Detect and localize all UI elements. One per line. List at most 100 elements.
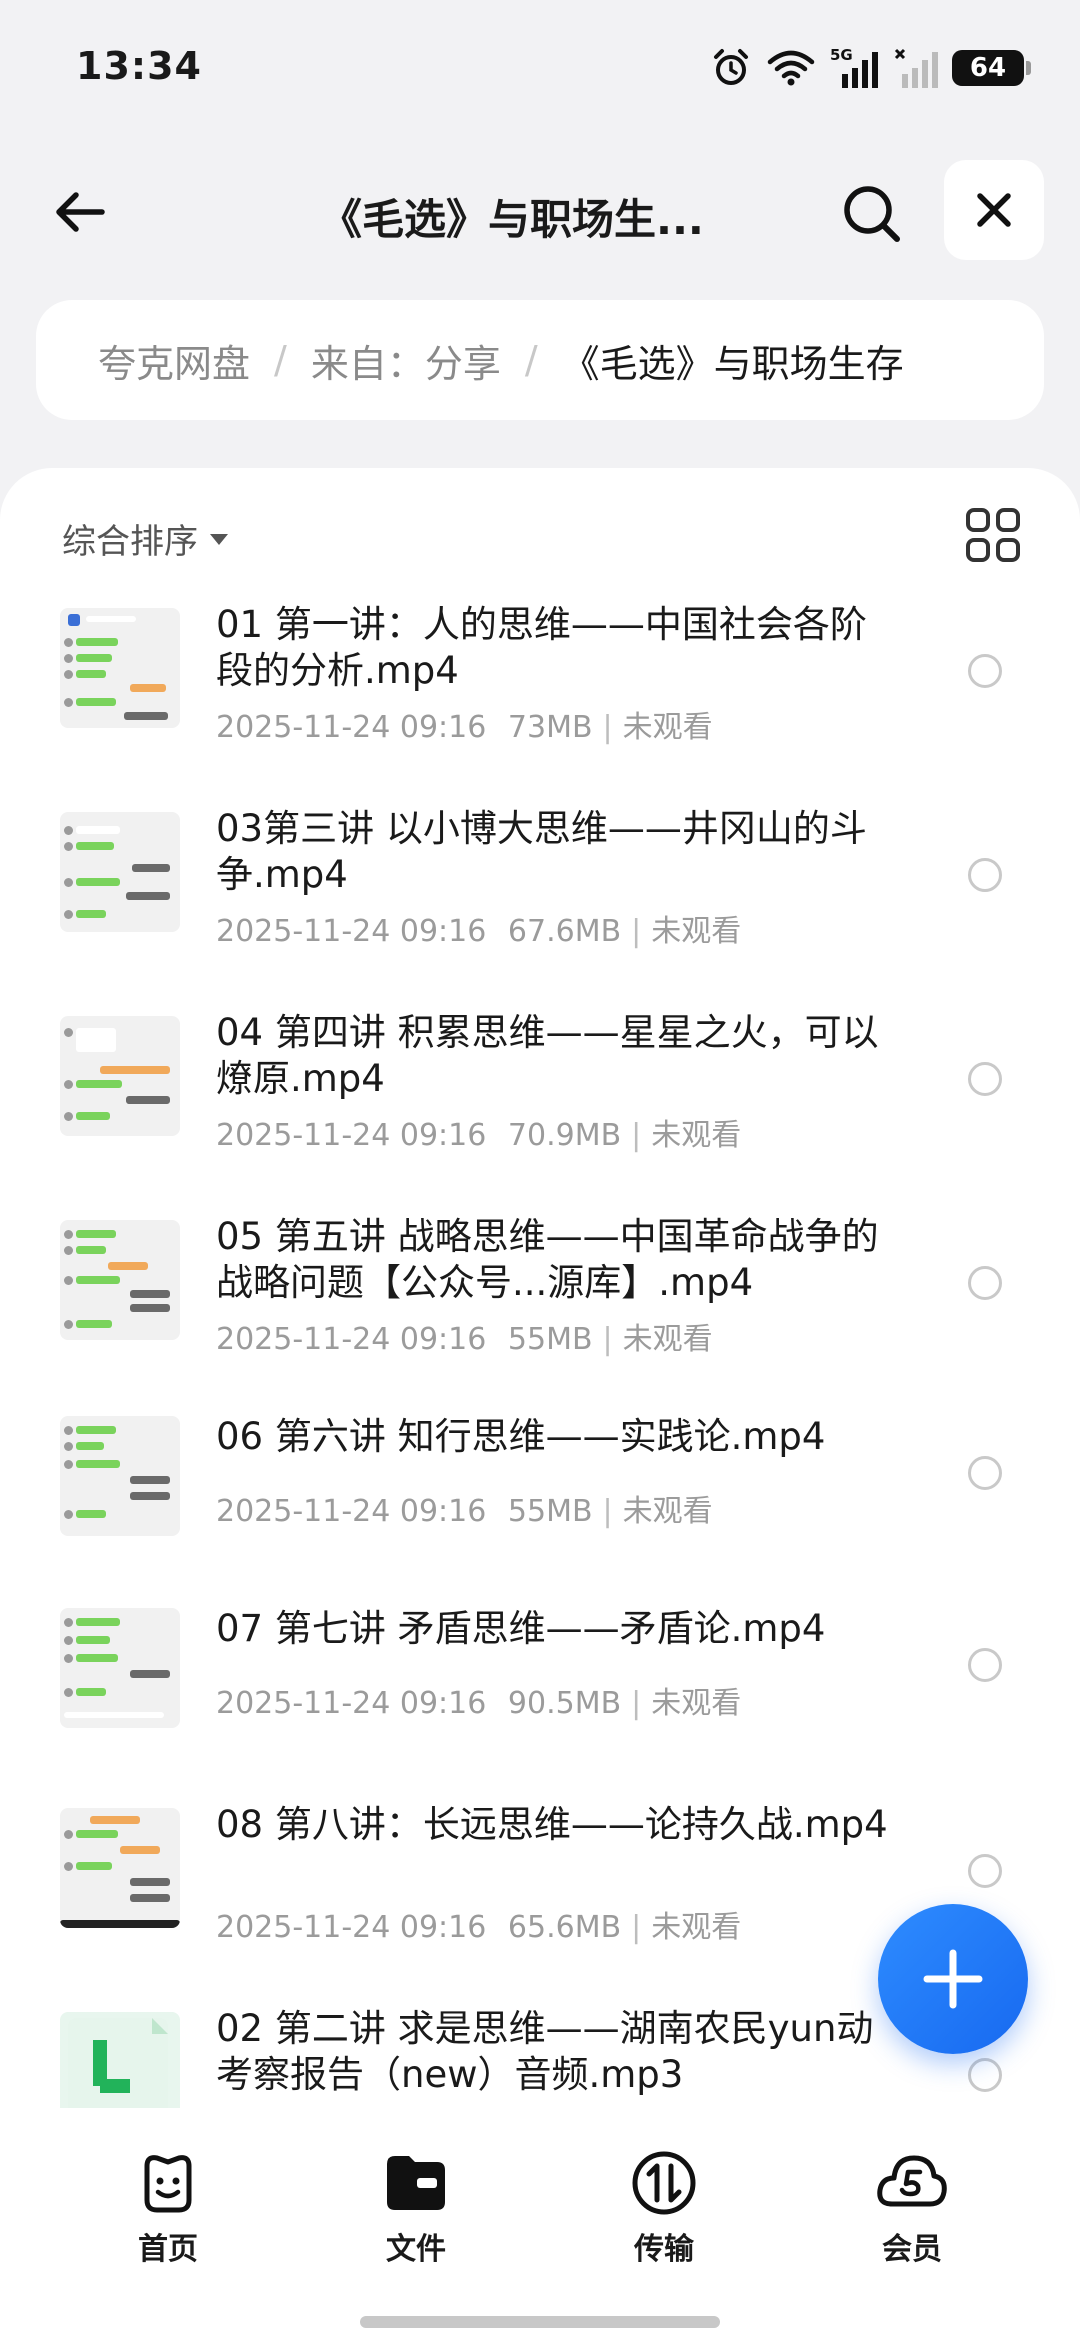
back-button[interactable] (40, 172, 120, 252)
file-status: 未观看 (651, 1910, 742, 1945)
nav-label: 文件 (386, 2232, 446, 2267)
bottom-nav: 首页 文件 传输 会员 (0, 2108, 1080, 2344)
status-time: 13:34 (76, 44, 202, 88)
file-status: 未观看 (622, 710, 713, 745)
video-thumbnail (60, 1416, 180, 1536)
file-size: 65.6MB (507, 1910, 622, 1945)
file-date: 2025-11-24 09:16 (216, 1910, 487, 1945)
signal-icon (894, 48, 938, 88)
file-size: 70.9MB (507, 1118, 622, 1153)
nav-item-transfer[interactable]: 传输 (604, 2148, 724, 2268)
select-checkbox[interactable] (968, 1648, 1002, 1682)
breadcrumb-separator: / (274, 338, 287, 382)
select-checkbox[interactable] (968, 1266, 1002, 1300)
select-checkbox[interactable] (968, 1854, 1002, 1888)
file-name: 03第三讲 以小博大思维——井冈山的斗争.mp4 (216, 807, 867, 896)
sort-label: 综合排序 (62, 521, 198, 562)
video-thumbnail (60, 1016, 180, 1136)
file-meta: 2025-11-24 09:16 73MB | 未观看 (216, 710, 713, 745)
video-thumbnail (60, 608, 180, 728)
nav-label: 首页 (138, 2232, 198, 2267)
file-name: 06 第六讲 知行思维——实践论.mp4 (216, 1415, 826, 1458)
file-name: 08 第八讲：长远思维——论持久战.mp4 (216, 1803, 888, 1846)
search-icon (844, 186, 900, 242)
file-status: 未观看 (651, 914, 742, 949)
file-date: 2025-11-24 09:16 (216, 914, 487, 949)
folder-icon (387, 2156, 445, 2210)
grid-view-icon[interactable] (964, 506, 1022, 564)
network-type-label: 5G (830, 46, 853, 64)
video-thumbnail (60, 1220, 180, 1340)
breadcrumb-item-share[interactable]: 来自：分享 (311, 333, 501, 388)
battery-icon: 64 (952, 50, 1031, 86)
file-row[interactable]: 06 第六讲 知行思维——实践论.mp4 2025-11-24 09:16 55… (0, 1414, 1080, 1604)
file-meta: 2025-11-24 09:16 55MB | 未观看 (216, 1322, 713, 1357)
select-checkbox[interactable] (968, 858, 1002, 892)
breadcrumb-item-current: 《毛选》与职场生存 (561, 341, 904, 386)
home-indicator (360, 2316, 720, 2328)
plus-icon (923, 1949, 983, 2009)
top-bar: 《毛选》与职场生... (0, 150, 1080, 270)
video-thumbnail (60, 1808, 180, 1928)
status-bar: 13:34 5G 64 (0, 0, 1080, 130)
select-checkbox[interactable] (968, 654, 1002, 688)
add-button[interactable] (878, 1904, 1028, 2054)
select-checkbox[interactable] (968, 2058, 1002, 2092)
audio-file-icon (68, 2018, 168, 2108)
close-button[interactable] (944, 160, 1044, 260)
search-button[interactable] (830, 172, 914, 256)
file-name: 04 第四讲 积累思维——星星之火，可以燎原.mp4 (216, 1011, 879, 1100)
file-name: 01 第一讲：人的思维——中国社会各阶段的分析.mp4 (216, 603, 867, 692)
breadcrumb: 夸克网盘 / 来自：分享 / 《毛选》与职场生存 (36, 300, 1044, 420)
file-meta: 2025-11-24 09:16 65.6MB | 未观看 (216, 1910, 742, 1945)
file-row[interactable]: 01 第一讲：人的思维——中国社会各阶段的分析.mp4 2025-11-24 0… (0, 598, 1080, 788)
file-name: 02 第二讲 求是思维——湖南农民yun动考察报告（new）音频.mp3 (216, 2007, 874, 2096)
select-checkbox[interactable] (968, 1062, 1002, 1096)
nav-item-vip[interactable]: 会员 (852, 2148, 972, 2268)
page-title: 《毛选》与职场生... (320, 195, 704, 244)
file-name: 05 第五讲 战略思维——中国革命战争的战略问题【公众号...源库】.mp4 (216, 1215, 879, 1304)
file-status: 未观看 (622, 1494, 713, 1529)
nav-item-home[interactable]: 首页 (108, 2148, 228, 2268)
file-date: 2025-11-24 09:16 (216, 1494, 487, 1529)
battery-level: 64 (969, 53, 1007, 83)
nav-item-files[interactable]: 文件 (356, 2148, 476, 2268)
file-date: 2025-11-24 09:16 (216, 1322, 487, 1357)
file-meta: 2025-11-24 09:16 90.5MB | 未观看 (216, 1686, 742, 1721)
cloud-vip-icon (877, 2155, 947, 2207)
transfer-icon (632, 2151, 696, 2215)
video-thumbnail (60, 1608, 180, 1728)
sort-dropdown[interactable]: 综合排序 (62, 508, 228, 568)
file-row[interactable]: 04 第四讲 积累思维——星星之火，可以燎原.mp4 2025-11-24 09… (0, 1006, 1080, 1196)
breadcrumb-item-root[interactable]: 夸克网盘 (98, 333, 250, 388)
file-status: 未观看 (651, 1118, 742, 1153)
file-date: 2025-11-24 09:16 (216, 1686, 487, 1721)
wifi-icon (767, 50, 815, 86)
file-meta: 2025-11-24 09:16 55MB | 未观看 (216, 1494, 713, 1529)
file-name: 07 第七讲 矛盾思维——矛盾论.mp4 (216, 1607, 826, 1650)
nav-label: 传输 (634, 2232, 694, 2267)
file-size: 55MB (507, 1322, 593, 1357)
status-icons: 5G 64 (710, 46, 1031, 90)
file-row[interactable]: 03第三讲 以小博大思维——井冈山的斗争.mp4 2025-11-24 09:1… (0, 802, 1080, 992)
file-date: 2025-11-24 09:16 (216, 710, 487, 745)
file-size: 67.6MB (507, 914, 622, 949)
breadcrumb-separator: / (524, 338, 538, 382)
caret-down-icon (210, 533, 228, 545)
nav-label: 会员 (882, 2232, 942, 2267)
close-icon (977, 193, 1011, 227)
file-status: 未观看 (651, 1686, 742, 1721)
file-size: 73MB (507, 710, 593, 745)
file-size: 90.5MB (507, 1686, 622, 1721)
alarm-icon (714, 49, 748, 85)
select-checkbox[interactable] (968, 1456, 1002, 1490)
file-row[interactable]: 05 第五讲 战略思维——中国革命战争的战略问题【公众号...源库】.mp4 2… (0, 1210, 1080, 1400)
signal-5g-icon: 5G (830, 46, 878, 88)
smile-face-icon (144, 2155, 192, 2213)
file-size: 55MB (507, 1494, 593, 1529)
file-meta: 2025-11-24 09:16 67.6MB | 未观看 (216, 914, 742, 949)
audio-thumbnail (60, 2012, 180, 2108)
file-row[interactable]: 07 第七讲 矛盾思维——矛盾论.mp4 2025-11-24 09:16 90… (0, 1606, 1080, 1796)
file-date: 2025-11-24 09:16 (216, 1118, 487, 1153)
video-thumbnail (60, 812, 180, 932)
